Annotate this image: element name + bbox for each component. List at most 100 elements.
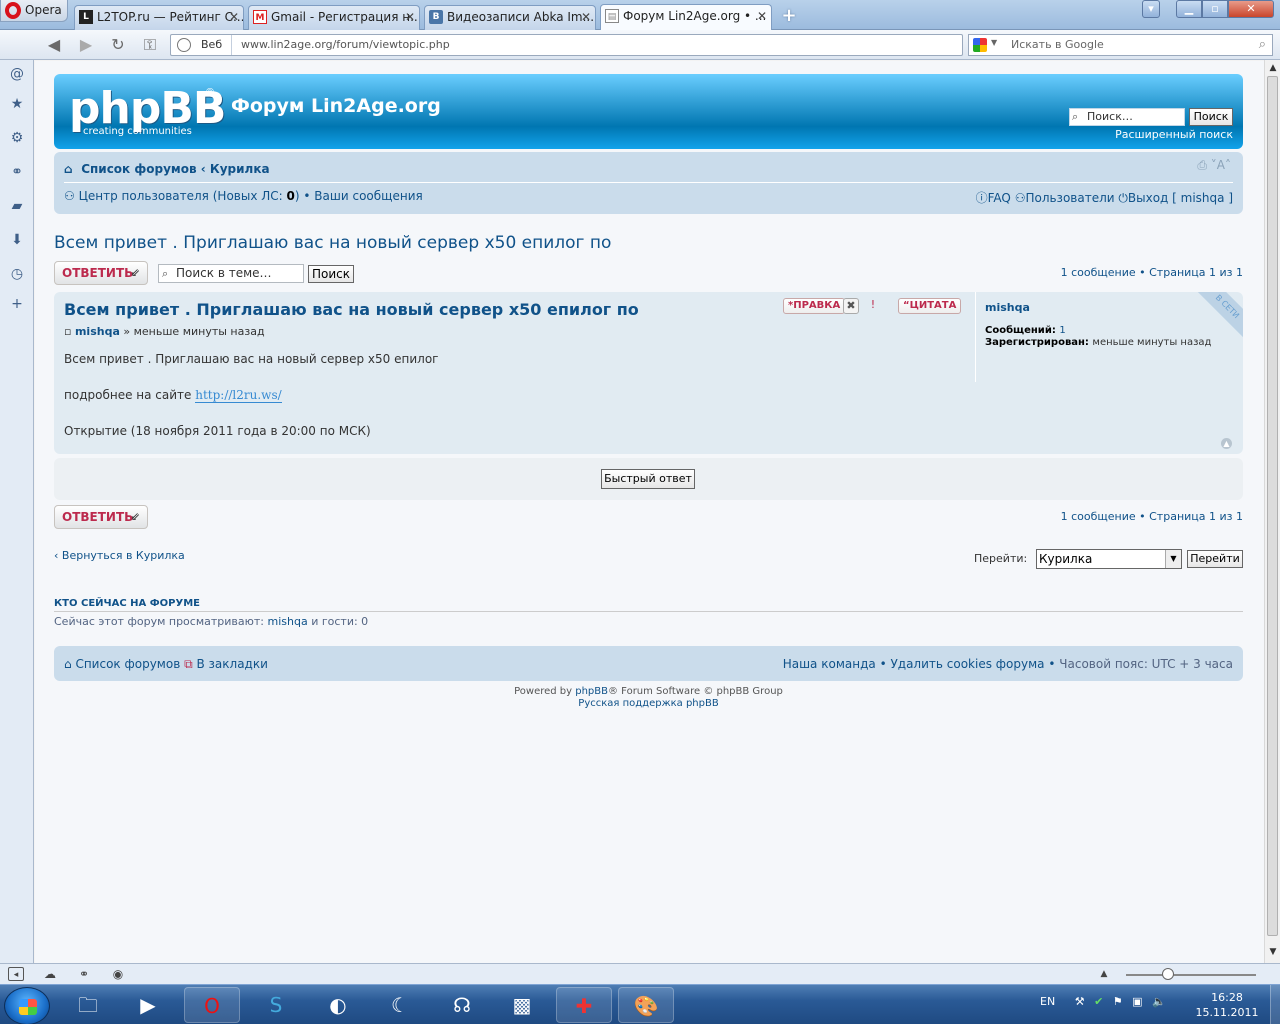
- close-window-icon[interactable]: ✕: [1228, 0, 1274, 18]
- clock[interactable]: 16:28 15.11.2011: [1186, 990, 1268, 1020]
- footer-index-link[interactable]: Список форумов: [75, 657, 180, 671]
- widgets-gear-icon[interactable]: ⚙: [8, 129, 26, 147]
- chevron-down-icon[interactable]: ▼: [991, 38, 997, 47]
- headset-icon[interactable]: ☊: [434, 987, 490, 1023]
- delete-icon[interactable]: ✖: [843, 298, 859, 314]
- quick-reply-button[interactable]: Быстрый ответ: [601, 469, 695, 489]
- language-indicator[interactable]: EN: [1040, 995, 1055, 1008]
- profile-username-link[interactable]: mishqa: [985, 301, 1030, 314]
- tray-flag-icon[interactable]: ⚑: [1113, 995, 1123, 1008]
- cloud-icon[interactable]: ☁: [42, 967, 58, 981]
- tab-forum[interactable]: ▤ Форум Lin2Age.org • ... ✕: [600, 4, 772, 31]
- footer-team-link[interactable]: Наша команда: [783, 657, 876, 671]
- print-icon[interactable]: ⎙: [1197, 158, 1207, 172]
- network-icon[interactable]: ▣: [1132, 995, 1142, 1008]
- phpbb-link[interactable]: phpBB: [575, 686, 608, 697]
- post-url-link[interactable]: http://l2ru.ws/: [195, 388, 282, 403]
- minimize-icon[interactable]: ▁: [1176, 0, 1202, 18]
- tray-tools-icon[interactable]: ⚒: [1075, 995, 1085, 1008]
- post-title[interactable]: Всем привет . Приглашаю вас на новый сер…: [64, 300, 639, 319]
- logout-link[interactable]: Выход [ mishqa ]: [1128, 191, 1233, 205]
- messenger-icon[interactable]: ☾: [372, 987, 428, 1023]
- breadcrumb-index-link[interactable]: Список форумов: [81, 162, 196, 176]
- panel-toggle-icon[interactable]: ◂: [8, 967, 24, 981]
- breadcrumb-forum-link[interactable]: Курилка: [210, 162, 270, 176]
- turbo-icon[interactable]: ◉: [110, 967, 126, 981]
- skype-icon[interactable]: S: [248, 987, 304, 1023]
- back-to-forum-link[interactable]: ‹ Вернуться в Курилка: [54, 549, 185, 562]
- show-desktop-button[interactable]: [1270, 985, 1280, 1024]
- scroll-up-icon[interactable]: ▲: [1267, 62, 1279, 74]
- scroll-down-icon[interactable]: ▼: [1267, 946, 1279, 958]
- reload-icon[interactable]: ↻: [108, 35, 128, 55]
- footer-cookies-link[interactable]: Удалить cookies форума: [890, 657, 1044, 671]
- tab-list-icon[interactable]: ▾: [1142, 0, 1160, 18]
- zoom-slider-handle[interactable]: [1162, 968, 1174, 980]
- tab-vk[interactable]: B Видеозаписи Abka Im...... ✕: [424, 5, 596, 30]
- header-search-button[interactable]: Поиск: [1189, 108, 1233, 126]
- tab-gmail[interactable]: M Gmail - Регистрация н... ✕: [248, 5, 420, 30]
- explorer-folder-icon[interactable]: 🗀: [60, 987, 116, 1023]
- google-icon[interactable]: [973, 38, 987, 52]
- close-tab-icon[interactable]: ✕: [581, 6, 591, 28]
- back-icon[interactable]: ◀: [44, 35, 64, 55]
- volume-icon[interactable]: 🔈: [1152, 995, 1166, 1008]
- mouse-app-icon[interactable]: ◐: [310, 987, 366, 1023]
- font-size-change-icon[interactable]: ˅A˄: [1211, 158, 1231, 172]
- ucp-link[interactable]: Центр пользователя: [79, 189, 209, 203]
- jump-select[interactable]: Курилка ▼: [1036, 549, 1182, 569]
- paint-icon[interactable]: 🎨: [618, 987, 674, 1023]
- close-tab-icon[interactable]: ✕: [757, 5, 767, 27]
- forward-icon[interactable]: ▶: [76, 35, 96, 55]
- back-to-top-icon[interactable]: ▲: [1221, 438, 1232, 449]
- post-author-link[interactable]: mishqa: [75, 325, 120, 338]
- notes-icon[interactable]: ▰: [8, 197, 26, 215]
- opera-menu-button[interactable]: Opera: [0, 0, 68, 22]
- address-bar[interactable]: Веб www.lin2age.org/forum/viewtopic.php: [170, 34, 963, 56]
- members-link[interactable]: Пользователи: [1025, 191, 1114, 205]
- edit-button[interactable]: *ПРАВКА: [783, 298, 846, 314]
- topic-title[interactable]: Всем привет . Приглашаю вас на новый сер…: [54, 233, 611, 253]
- header-search-input[interactable]: ⌕ Поиск…: [1069, 108, 1185, 126]
- scroll-thumb[interactable]: [1267, 76, 1278, 936]
- russian-support-link[interactable]: Русская поддержка phpBB: [54, 698, 1243, 710]
- close-tab-icon[interactable]: ✕: [405, 6, 415, 28]
- new-tab-plus-icon[interactable]: +: [780, 7, 798, 26]
- faq-link[interactable]: FAQ: [988, 191, 1011, 205]
- opera-taskbar-icon[interactable]: O: [184, 987, 240, 1023]
- media-player-icon[interactable]: ▶: [120, 987, 176, 1023]
- page-scrollbar[interactable]: ▲ ▼: [1264, 60, 1280, 963]
- downloads-icon[interactable]: ⬇: [8, 231, 26, 249]
- close-tab-icon[interactable]: ✕: [229, 6, 239, 28]
- key-icon[interactable]: ⚿: [140, 35, 160, 55]
- chevron-down-icon[interactable]: ▼: [1165, 550, 1181, 568]
- your-posts-link[interactable]: Ваши сообщения: [314, 189, 422, 203]
- search-icon[interactable]: ⌕: [1259, 37, 1266, 52]
- bookmarks-star-icon[interactable]: ★: [8, 95, 26, 113]
- reply-button[interactable]: ОТВЕТИТЬ ⇙: [54, 505, 148, 529]
- footer-bookmarks-link[interactable]: В закладки: [197, 657, 268, 671]
- tab-l2top[interactable]: L L2TOP.ru — Рейтинг С... ✕: [74, 5, 244, 30]
- topic-search-button[interactable]: Поиск: [308, 265, 354, 283]
- start-button[interactable]: [4, 987, 50, 1024]
- topic-search-input[interactable]: ⌕ Поиск в теме…: [158, 264, 304, 283]
- view-icon[interactable]: ▲: [1096, 967, 1112, 981]
- phpbb-logo[interactable]: phpBB ® creating communities: [69, 87, 226, 139]
- maximize-icon[interactable]: ▫: [1202, 0, 1228, 18]
- quote-button[interactable]: “ЦИТАТА: [898, 298, 962, 314]
- online-user-link[interactable]: mishqa: [268, 615, 308, 628]
- zoom-track[interactable]: [1126, 974, 1256, 976]
- add-panel-plus-icon[interactable]: +: [8, 295, 26, 313]
- mail-icon[interactable]: @: [8, 65, 26, 83]
- unite-icon[interactable]: ⚭: [8, 163, 26, 181]
- tray-shield-icon[interactable]: ✔: [1094, 995, 1103, 1008]
- search-placeholder[interactable]: Искать в Google: [1011, 38, 1104, 51]
- url-text[interactable]: www.lin2age.org/forum/viewtopic.php: [241, 38, 450, 51]
- jump-button[interactable]: Перейти: [1187, 550, 1243, 568]
- history-clock-icon[interactable]: ◷: [8, 265, 26, 283]
- unite-status-icon[interactable]: ⚭: [76, 967, 92, 981]
- lineage-game-icon[interactable]: ▩: [494, 987, 550, 1023]
- health-app-icon[interactable]: ✚: [556, 987, 612, 1023]
- advanced-search-link[interactable]: Расширенный поиск: [1115, 128, 1233, 141]
- search-engine-field[interactable]: ▼ Искать в Google ⌕: [968, 34, 1273, 56]
